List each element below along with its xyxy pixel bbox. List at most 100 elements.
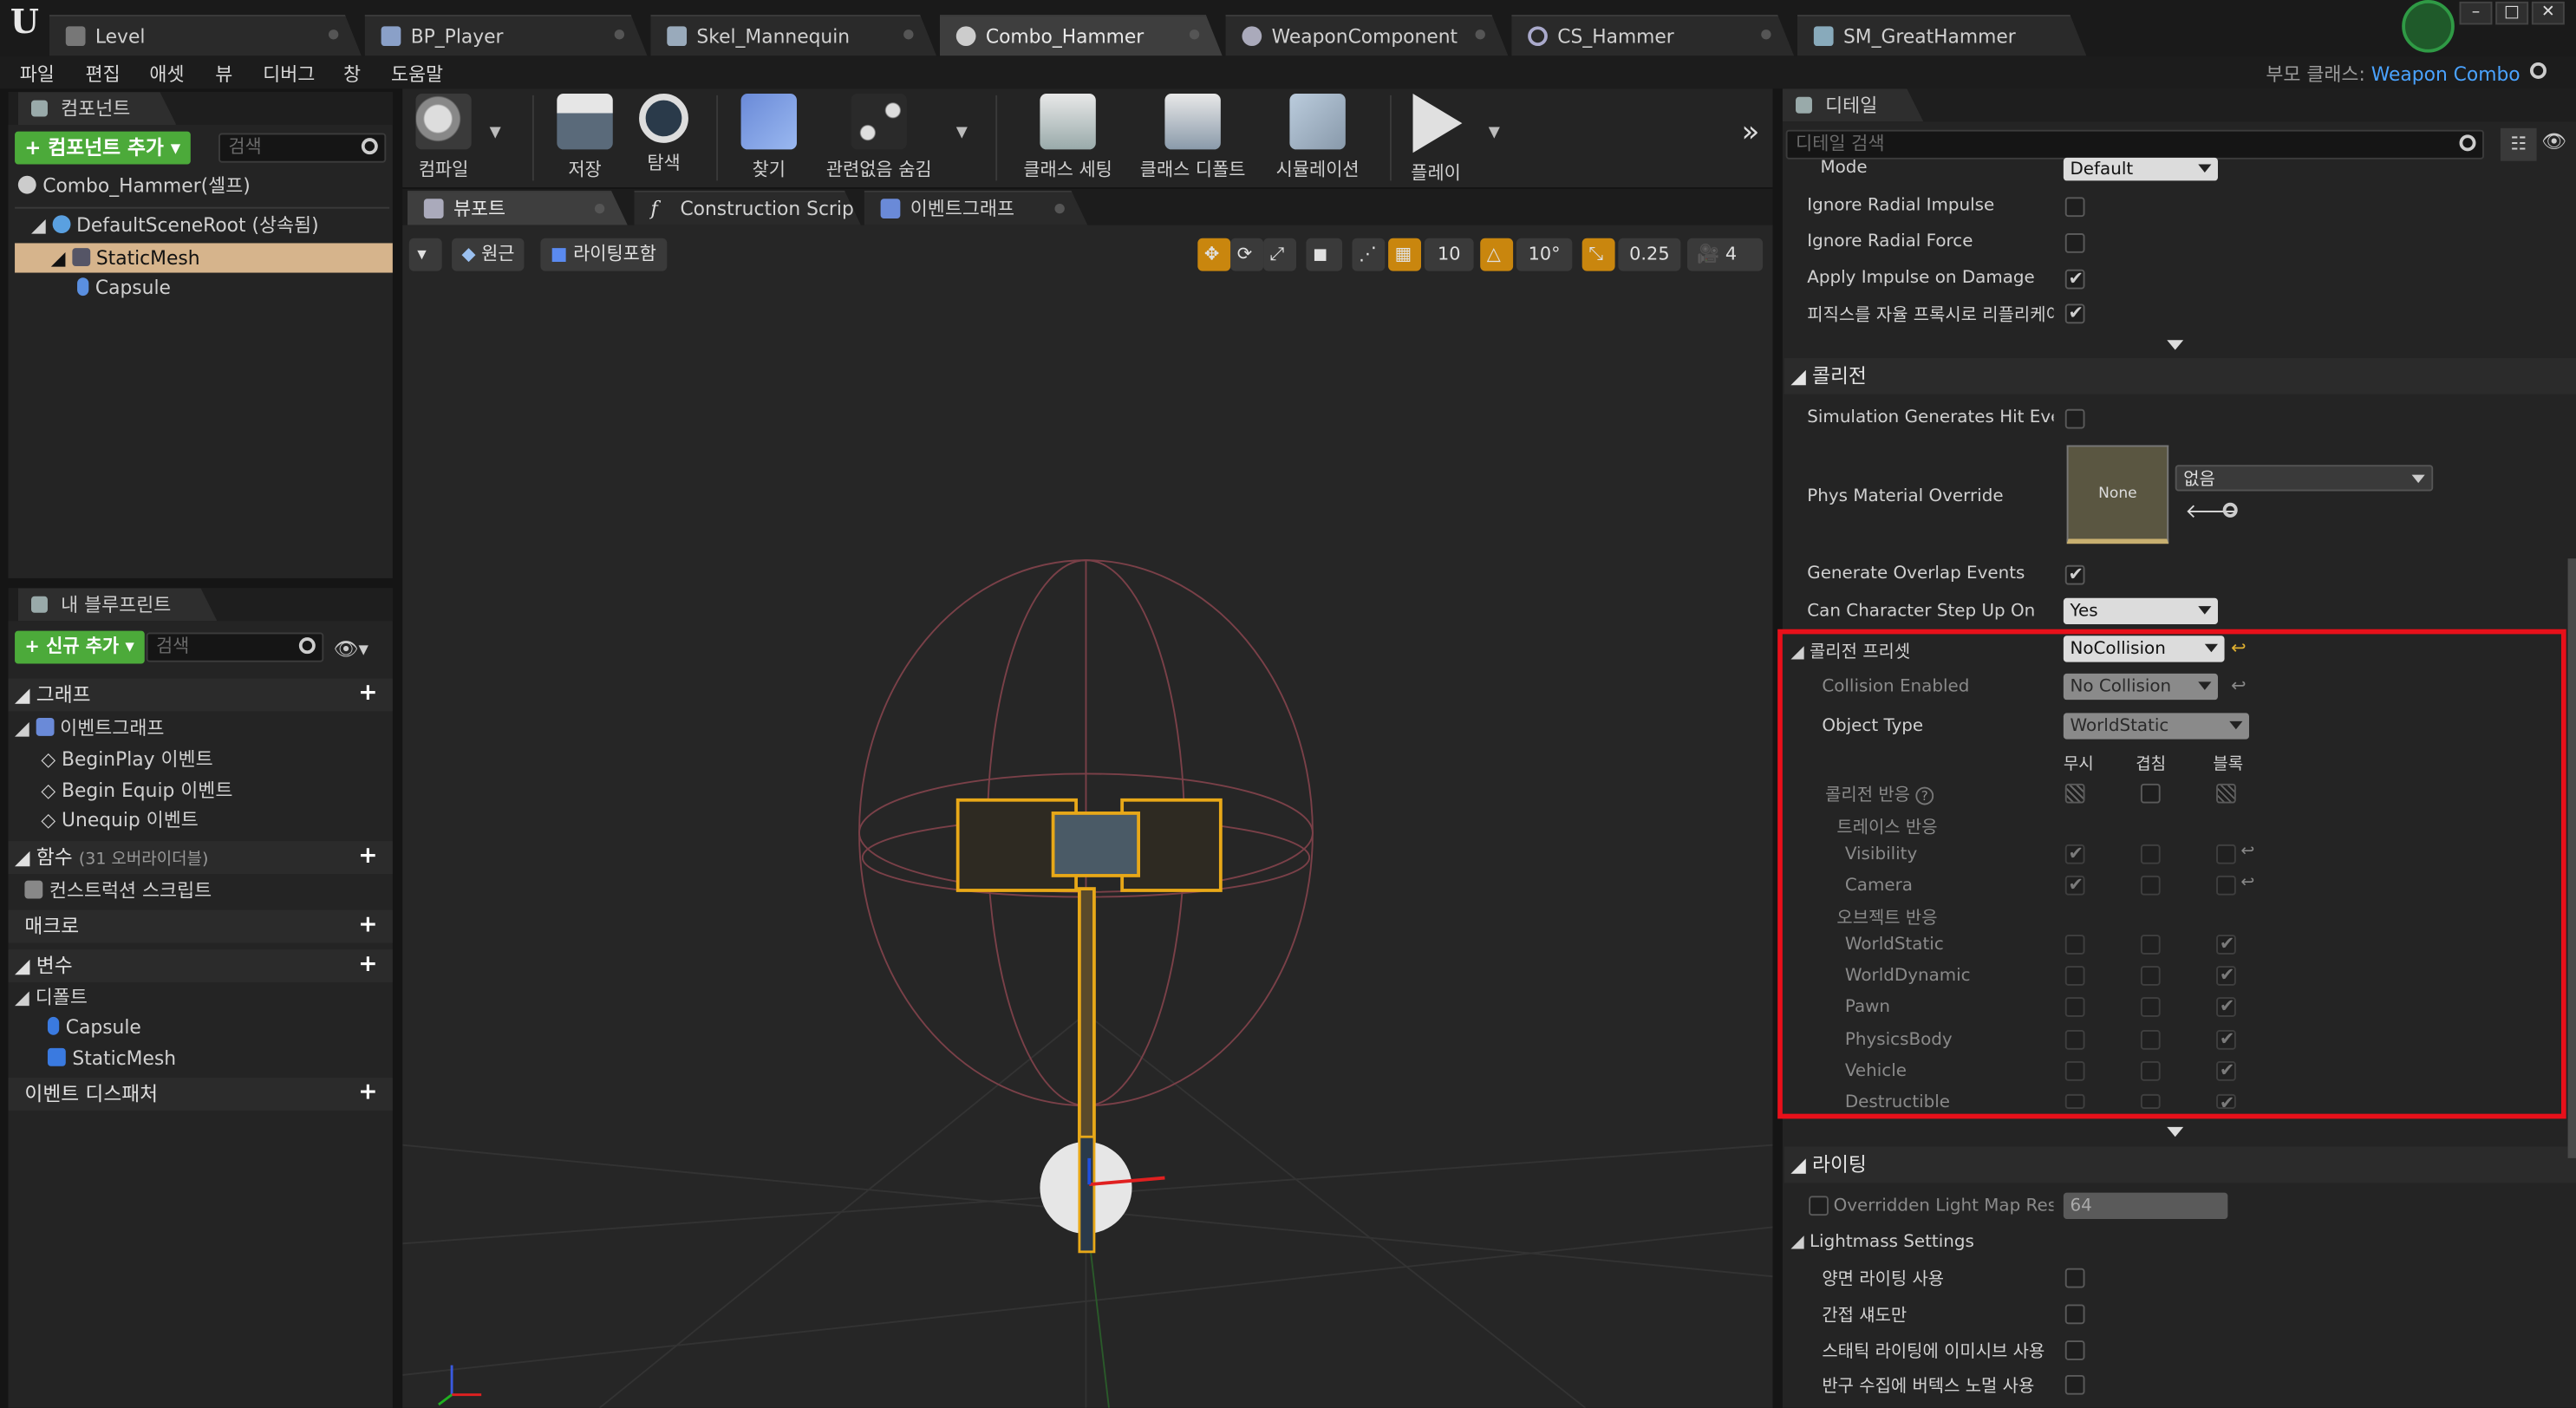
camera-overlap-checkbox[interactable] — [2140, 875, 2161, 896]
physicsbody-ignore-checkbox[interactable] — [2064, 1030, 2085, 1050]
ignore-radial-impulse-checkbox[interactable] — [2064, 197, 2085, 218]
menu-view[interactable]: 뷰 — [215, 61, 232, 87]
tab-my-blueprint[interactable]: 내 블루프린트 — [18, 588, 218, 621]
tree-item-capsule[interactable]: Capsule — [77, 273, 389, 303]
shadow-indirect-only-checkbox[interactable] — [2064, 1304, 2085, 1325]
variable-item-capsule[interactable]: Capsule — [47, 1012, 389, 1041]
tree-item-defaultsceneroot[interactable]: ◢ DefaultSceneRoot (상속됨) — [31, 211, 389, 240]
camera-block-checkbox[interactable] — [2216, 875, 2236, 896]
collision-enabled-dropdown[interactable]: No Collision — [2063, 673, 2218, 701]
coordinate-space-icon[interactable]: ◼ — [1306, 238, 1343, 271]
add-component-button[interactable]: + 컴포넌트 추가 ▾ — [15, 131, 191, 165]
tab-cs-hammer[interactable]: CS_Hammer — [1511, 15, 1794, 55]
destructible-overlap-checkbox[interactable] — [2140, 1093, 2161, 1109]
source-control-icon[interactable] — [2402, 0, 2455, 53]
pawn-block-checkbox[interactable] — [2216, 995, 2236, 1017]
function-item-construction-script[interactable]: 컨스트럭션 스크립트 — [24, 876, 389, 905]
rotation-snap-value[interactable]: 10° — [1516, 238, 1573, 271]
add-function-icon[interactable]: + — [356, 844, 380, 870]
category-collision[interactable]: ◢ 콜리전 — [1784, 358, 2576, 394]
close-window-icon[interactable]: ✕ — [2531, 1, 2565, 25]
close-icon[interactable] — [329, 29, 338, 39]
tab-level[interactable]: Level — [49, 15, 362, 55]
maximize-icon[interactable]: □ — [2495, 1, 2529, 25]
two-sided-lighting-checkbox[interactable] — [2064, 1268, 2085, 1288]
camera-speed-button[interactable]: 🎥 4 — [1686, 238, 1764, 271]
class-settings-button[interactable]: 클래스 세팅 — [1012, 90, 1124, 186]
visibility-overlap-checkbox[interactable] — [2140, 844, 2161, 864]
worldstatic-ignore-checkbox[interactable] — [2064, 935, 2085, 955]
tab-weapon-component[interactable]: WeaponComponent — [1226, 15, 1509, 55]
blueprint-search-input[interactable]: 검색 — [146, 632, 324, 662]
tab-sm-greathammer[interactable]: SM_GreatHammer — [1797, 15, 2086, 55]
minimize-icon[interactable]: – — [2459, 1, 2493, 25]
emissive-static-lighting-checkbox[interactable] — [2064, 1340, 2085, 1360]
section-macros[interactable]: 매크로 + — [8, 909, 393, 943]
phys-material-thumbnail[interactable]: None — [2066, 445, 2169, 544]
category-lighting[interactable]: ◢ 라이팅 — [1784, 1146, 2576, 1183]
find-button[interactable]: 찾기 — [733, 90, 805, 186]
view-options-eye-icon[interactable]: 👁 — [2541, 130, 2566, 153]
vertex-normal-final-gather-checkbox[interactable] — [2064, 1374, 2085, 1395]
close-icon[interactable] — [595, 204, 604, 213]
hide-unrelated-button[interactable]: 관련없음 숨김 — [815, 90, 943, 186]
object-type-dropdown[interactable]: WorldStatic — [2063, 713, 2249, 740]
tab-event-graph[interactable]: 이벤트그래프 — [864, 191, 1088, 225]
compile-options-dropdown[interactable]: ▼ — [490, 125, 501, 141]
reset-to-default-icon[interactable]: ↩ — [2241, 843, 2255, 861]
section-graphs[interactable]: ◢ 그래프 + — [8, 678, 393, 712]
overlap-events-checkbox[interactable] — [2064, 564, 2085, 585]
simulation-button[interactable]: 시뮬레이션 — [1258, 90, 1376, 186]
tree-item-self[interactable]: Combo_Hammer(셀프) — [17, 171, 389, 200]
tab-details[interactable]: 디테일 — [1783, 88, 1923, 121]
close-icon[interactable] — [903, 29, 913, 39]
step-up-dropdown[interactable]: Yes — [2063, 597, 2218, 625]
close-icon[interactable] — [1190, 29, 1199, 39]
vehicle-ignore-checkbox[interactable] — [2064, 1061, 2085, 1081]
variable-group-components[interactable]: ◢ 디폴트 — [15, 982, 389, 1012]
property-matrix-icon[interactable]: ☷ — [2500, 127, 2537, 161]
menu-asset[interactable]: 애셋 — [149, 61, 184, 87]
rotate-tool-icon[interactable]: ⟳ — [1230, 238, 1264, 271]
surface-snap-icon[interactable]: ⋰ — [1352, 238, 1386, 271]
components-search-input[interactable]: 검색 — [218, 133, 387, 163]
tree-item-staticmesh[interactable]: ◢ StaticMesh — [15, 243, 393, 273]
scale-tool-icon[interactable]: ⤢ — [1263, 238, 1296, 271]
tab-construction-script[interactable]: f Construction Scrip — [634, 191, 860, 225]
event-item-unequip[interactable]: ◇ Unequip 이벤트 — [41, 805, 389, 834]
scale-snap-icon[interactable]: ⤡ — [1581, 238, 1615, 271]
lightmass-settings-label[interactable]: ◢ Lightmass Settings — [1790, 1232, 2053, 1252]
event-item-begin-equip[interactable]: ◇ Begin Equip 이벤트 — [41, 775, 389, 805]
add-new-button[interactable]: + 신규 추가 ▾ — [15, 630, 145, 664]
close-icon[interactable] — [1761, 29, 1771, 39]
compile-button[interactable]: 컴파일 — [408, 90, 479, 186]
variable-item-staticmesh[interactable]: StaticMesh — [47, 1043, 389, 1072]
menu-window[interactable]: 창 — [343, 61, 361, 87]
worldstatic-overlap-checkbox[interactable] — [2140, 935, 2161, 955]
play-button[interactable]: 플레이 — [1399, 90, 1471, 186]
parent-class-link[interactable]: Weapon Combo — [2371, 62, 2521, 86]
phys-material-dropdown[interactable]: 없음 — [2175, 465, 2434, 492]
class-defaults-button[interactable]: 클래스 디폴트 — [1133, 90, 1251, 186]
viewport-options-dropdown[interactable]: ▾ — [408, 238, 442, 271]
perspective-button[interactable]: ◆ 원근 — [452, 238, 525, 271]
override-lightmap-checkbox[interactable] — [1809, 1196, 1829, 1216]
physicsbody-overlap-checkbox[interactable] — [2140, 1030, 2161, 1050]
reset-to-default-icon[interactable]: ↩ — [2241, 874, 2255, 892]
apply-impulse-on-damage-checkbox[interactable] — [2064, 268, 2085, 289]
advanced-expand-icon[interactable] — [2167, 340, 2184, 350]
hide-unrelated-dropdown[interactable]: ▼ — [956, 125, 968, 141]
section-functions[interactable]: ◢ 함수 (31 오버라이더블) + — [8, 841, 393, 875]
worldstatic-block-checkbox[interactable] — [2216, 933, 2236, 955]
tab-skel-mannequin[interactable]: Skel_Mannequin — [650, 15, 936, 55]
menu-file[interactable]: 파일 — [20, 61, 55, 87]
menu-edit[interactable]: 편집 — [86, 61, 121, 87]
vehicle-overlap-checkbox[interactable] — [2140, 1061, 2161, 1081]
collision-presets-label[interactable]: ◢ 콜리전 프리셋 — [1790, 639, 2037, 663]
tab-components[interactable]: 컴포넌트 — [18, 92, 177, 125]
add-macro-icon[interactable]: + — [356, 914, 380, 938]
view-options-eye-icon[interactable]: 👁▾ — [334, 637, 368, 661]
collision-presets-dropdown[interactable]: NoCollision — [2063, 636, 2225, 662]
sim-hit-events-checkbox[interactable] — [2064, 408, 2085, 429]
close-icon[interactable] — [615, 29, 624, 39]
